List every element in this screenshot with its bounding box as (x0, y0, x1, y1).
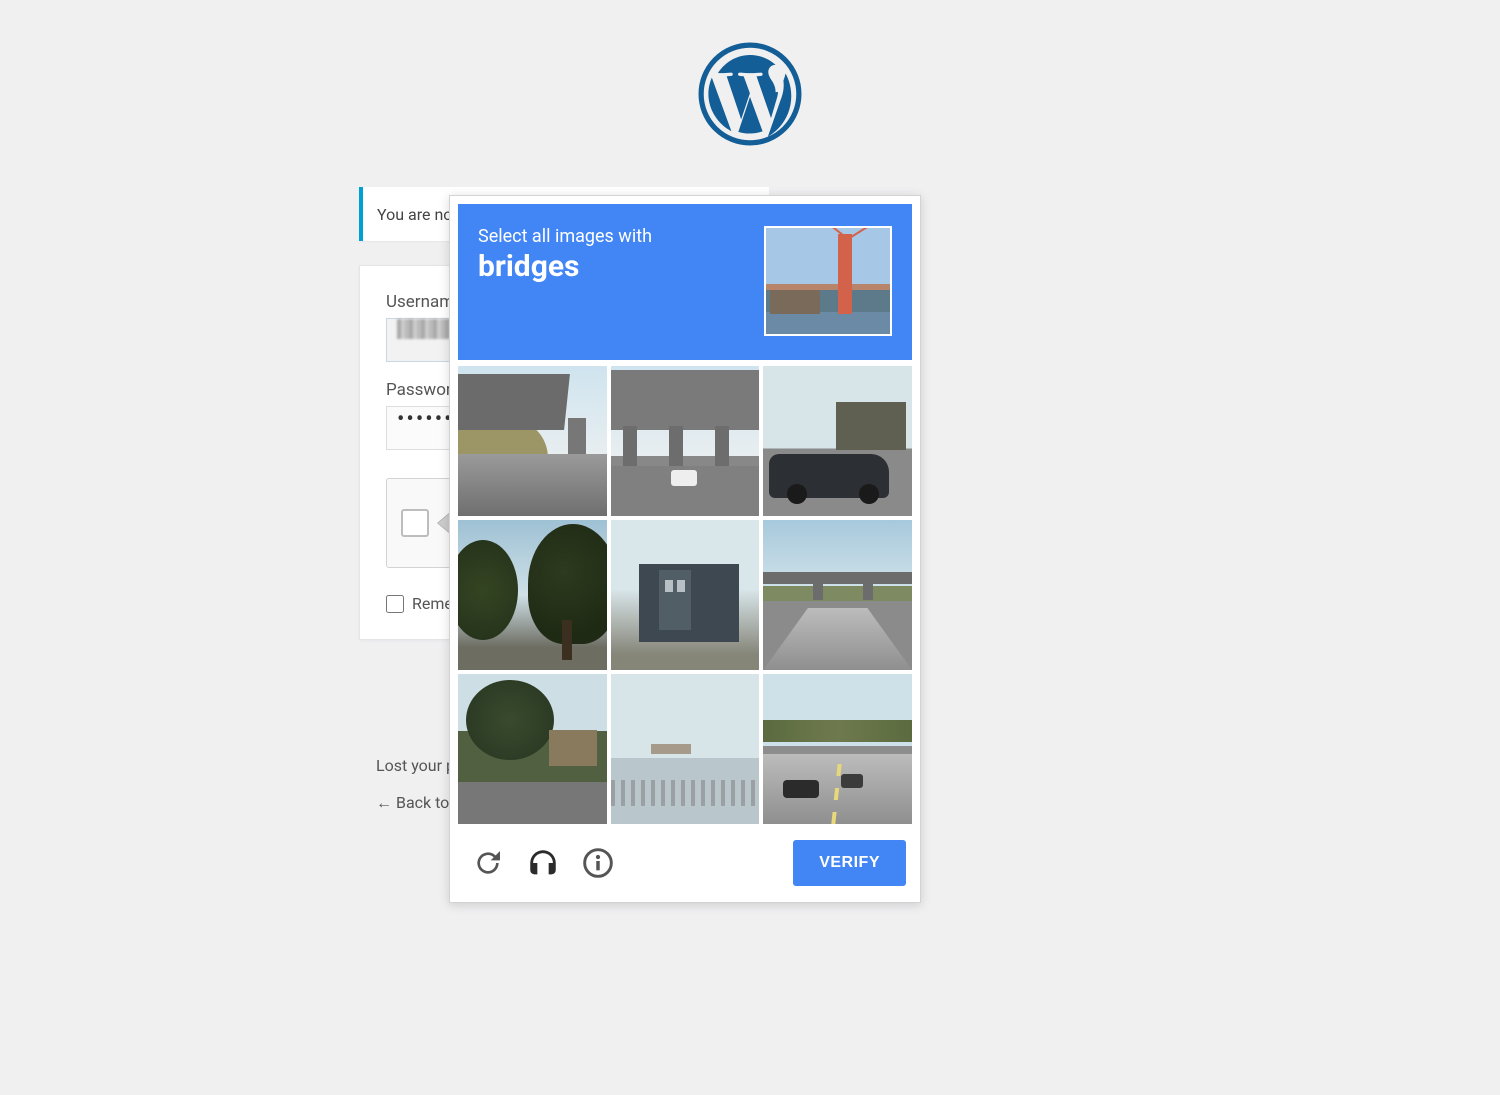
recaptcha-example-image (764, 226, 892, 336)
password-value: •••••• (397, 407, 454, 432)
recaptcha-checkbox[interactable] (401, 509, 429, 537)
reload-icon[interactable] (472, 847, 504, 879)
recaptcha-tile-4[interactable] (458, 520, 607, 670)
verify-button[interactable]: VERIFY (793, 840, 906, 886)
audio-icon[interactable] (526, 846, 560, 880)
recaptcha-tile-9[interactable] (763, 674, 912, 824)
wordpress-logo-icon (698, 42, 802, 146)
recaptcha-tile-2[interactable] (611, 366, 760, 516)
recaptcha-tile-5[interactable] (611, 520, 760, 670)
recaptcha-tile-8[interactable] (611, 674, 760, 824)
recaptcha-target: bridges (478, 249, 652, 284)
recaptcha-tile-6[interactable] (763, 520, 912, 670)
recaptcha-header: Select all images with bridges (458, 204, 912, 360)
info-icon[interactable] (582, 847, 614, 879)
recaptcha-footer: VERIFY (458, 824, 912, 894)
recaptcha-tile-3[interactable] (763, 366, 912, 516)
remember-me-checkbox[interactable] (386, 595, 404, 613)
recaptcha-challenge-popup: Select all images with bridges (449, 195, 921, 903)
recaptcha-image-grid (458, 366, 912, 824)
wordpress-logo (698, 42, 802, 150)
recaptcha-tile-7[interactable] (458, 674, 607, 824)
recaptcha-instruction: Select all images with (478, 226, 652, 247)
recaptcha-tile-1[interactable] (458, 366, 607, 516)
